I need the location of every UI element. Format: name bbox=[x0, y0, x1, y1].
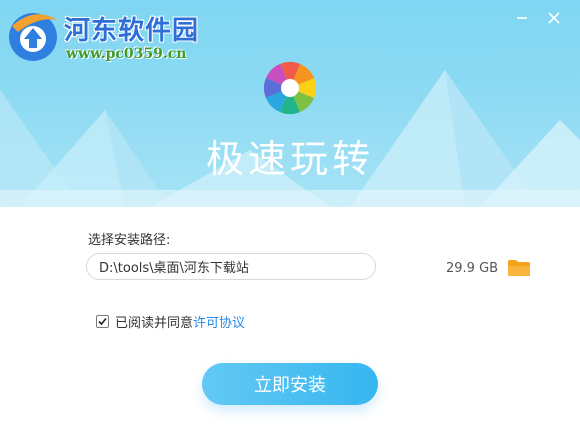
watermark-logo-icon bbox=[9, 13, 58, 61]
app-logo-icon bbox=[264, 62, 316, 114]
close-icon[interactable] bbox=[544, 8, 564, 28]
agree-text: 已阅读并同意 bbox=[115, 315, 194, 331]
install-path-label: 选择安装路径: bbox=[88, 233, 171, 248]
minimize-icon[interactable] bbox=[512, 8, 532, 28]
install-path-input[interactable] bbox=[86, 253, 376, 280]
header-banner: 河东软件园 www.pc0359.cn 极速玩转 bbox=[0, 0, 580, 207]
folder-icon[interactable] bbox=[507, 259, 531, 277]
app-title: 极速玩转 bbox=[205, 137, 374, 181]
checkmark-icon bbox=[98, 317, 107, 325]
disk-space-value: 29.9 GB bbox=[446, 261, 499, 276]
watermark-url: www.pc0359.cn bbox=[66, 46, 187, 62]
install-now-button[interactable]: 立即安装 bbox=[202, 363, 378, 405]
agree-checkbox[interactable] bbox=[96, 314, 109, 328]
license-link[interactable]: 许可协议 bbox=[193, 312, 245, 331]
watermark-title: 河东软件园 bbox=[64, 16, 200, 46]
agreement-row: 已阅读并同意 许可协议 bbox=[96, 312, 245, 331]
